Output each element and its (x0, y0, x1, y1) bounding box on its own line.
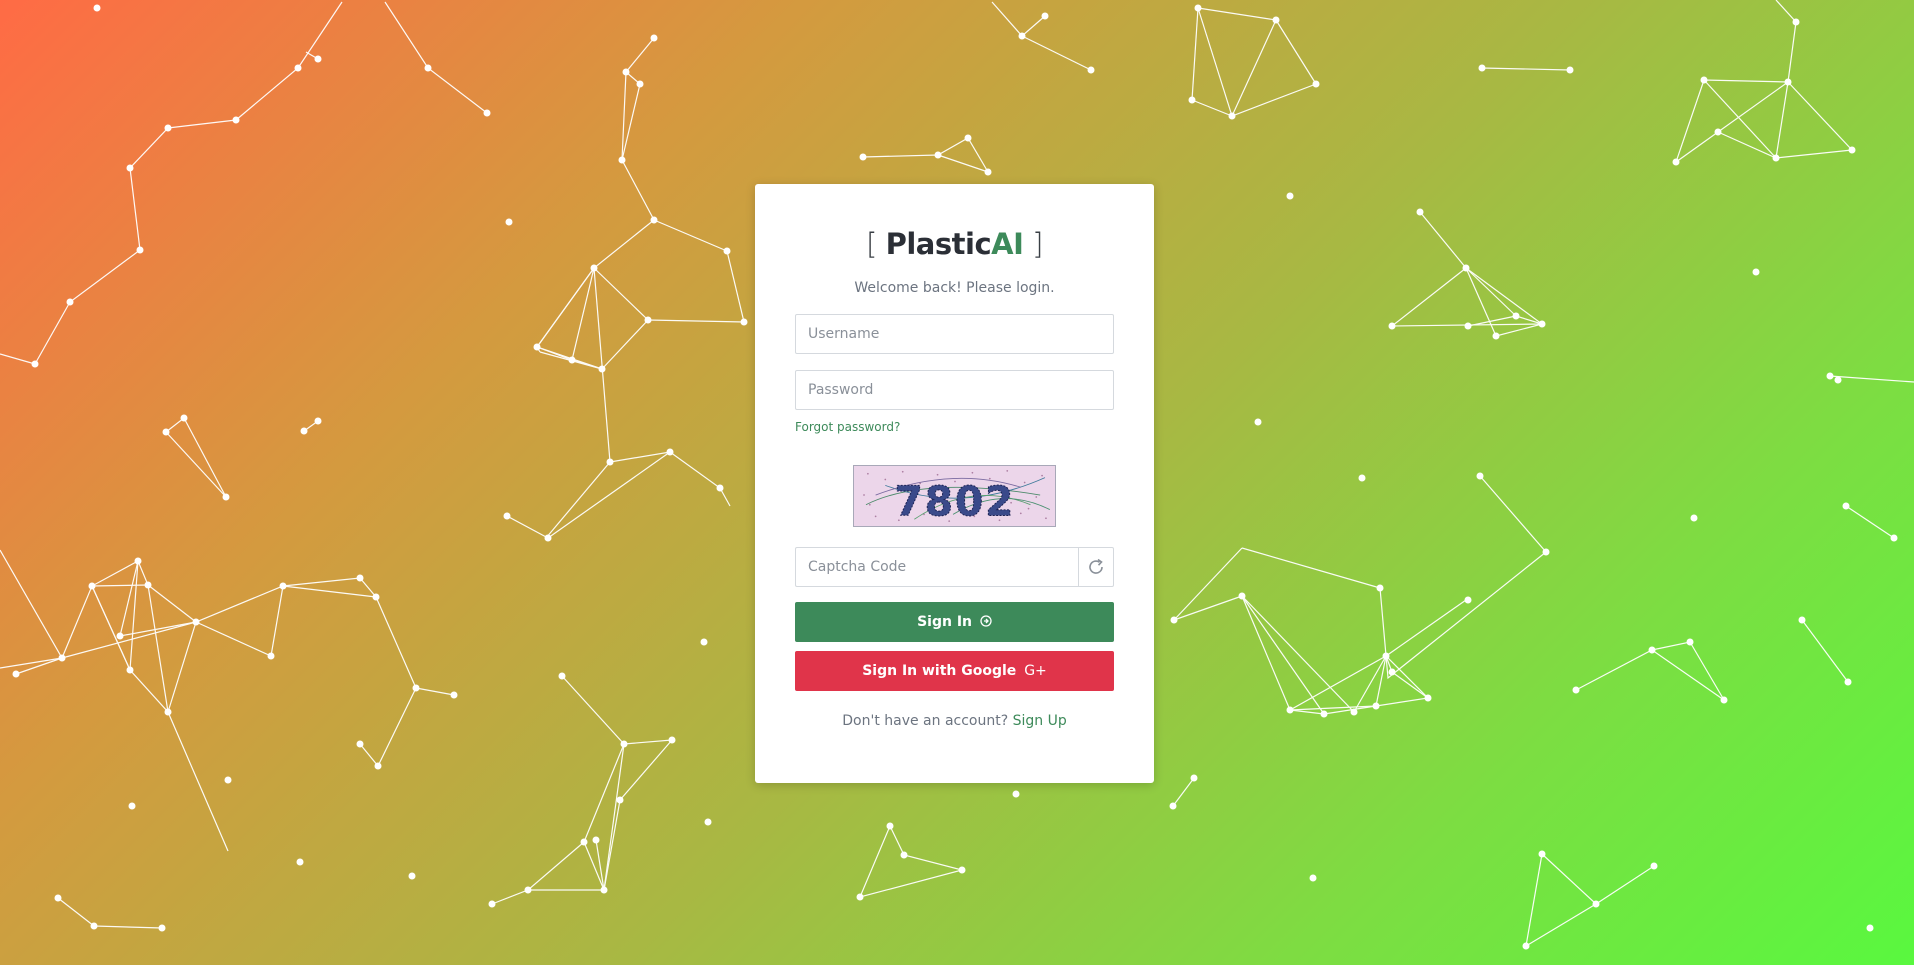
google-sign-in-button[interactable]: Sign In with Google G+ (795, 651, 1114, 691)
brand-close-bracket: ] (1032, 227, 1043, 261)
brand-name-part1: Plastic (885, 227, 992, 261)
google-sign-in-label: Sign In with Google (862, 663, 1017, 679)
password-input[interactable] (795, 370, 1114, 410)
brand-logo: [ PlasticAI ] (795, 226, 1114, 262)
captcha-refresh-button[interactable] (1078, 547, 1114, 587)
brand-open-bracket: [ (866, 227, 877, 261)
captcha-input-group (795, 547, 1114, 587)
no-account-text: Don't have an account? (842, 713, 1009, 729)
signup-prompt: Don't have an account? Sign Up (795, 713, 1114, 729)
sign-in-button[interactable]: Sign In (795, 602, 1114, 642)
arrow-circle-right-icon (980, 615, 992, 627)
username-input[interactable] (795, 314, 1114, 354)
sign-up-link[interactable]: Sign Up (1013, 713, 1067, 729)
captcha-text: 7802 (895, 477, 1016, 525)
sign-in-label: Sign In (917, 614, 973, 630)
forgot-password-link[interactable]: Forgot password? (795, 420, 900, 434)
brand-name-part2: AI (991, 227, 1024, 261)
captcha-input[interactable] (795, 547, 1078, 587)
captcha-image: 7802 (853, 465, 1056, 527)
captcha-container: 7802 (795, 465, 1114, 529)
google-plus-icon: G+ (1024, 663, 1047, 679)
welcome-message: Welcome back! Please login. (854, 280, 1055, 296)
refresh-icon (1089, 558, 1103, 574)
login-card: [ PlasticAI ] Welcome back! Please login… (755, 184, 1154, 783)
